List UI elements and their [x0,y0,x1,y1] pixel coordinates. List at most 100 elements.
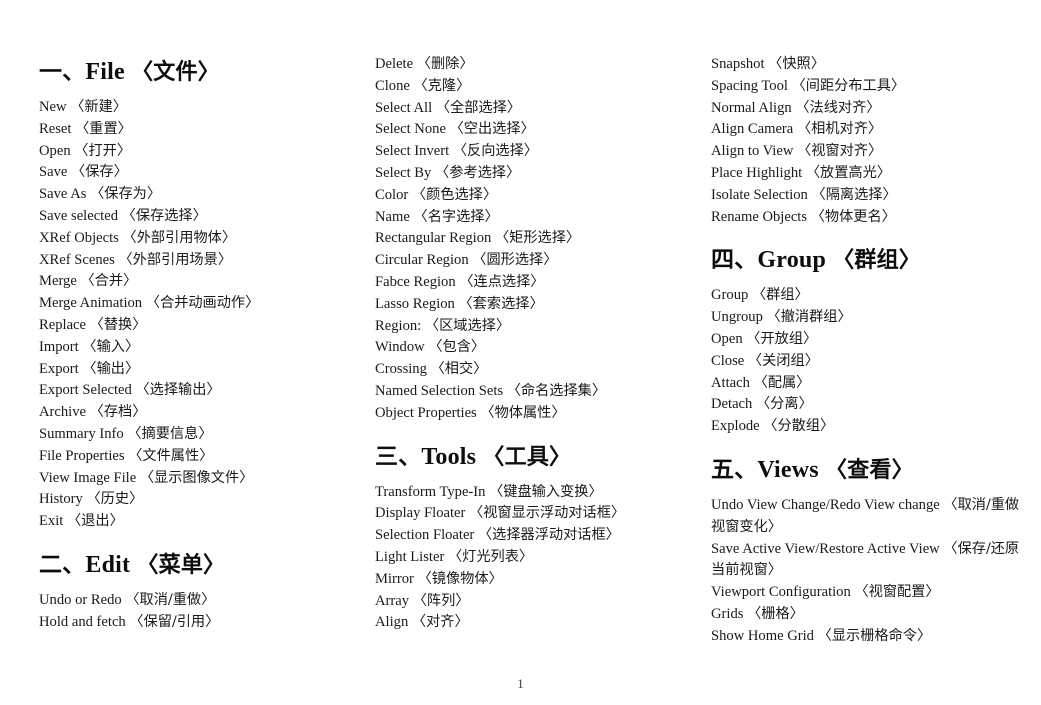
entry-term-zh: 〈镜像物体〉 [417,570,503,587]
glossary-entry: Detach 〈分离〉 [711,394,1029,416]
entry-term-zh: 〈文件属性〉 [128,447,214,464]
section-title-zh: 〈查看〉 [825,456,914,483]
section-group-heading: 四、Group 〈群组〉 [711,245,1029,275]
glossary-entry: XRef Objects 〈外部引用物体〉 [39,228,339,250]
glossary-entry: Open 〈开放组〉 [711,329,1029,351]
section-views-list: Undo View Change/Redo View change 〈取消/重做… [711,495,1029,648]
entry-term-en: Select Invert [375,143,450,160]
entry-term-en: Attach [711,374,750,391]
entry-term-en: Grids [711,605,744,622]
entry-term-en: Close [711,352,745,369]
entry-term-en: Group [711,287,749,304]
entry-term-en: Mirror [375,570,414,587]
entry-term-zh: 〈历史〉 [86,491,144,508]
section-file-list: New 〈新建〉 Reset 〈重置〉 Open 〈打开〉 Save 〈保存〉 Save… [39,97,339,533]
content-column-2: Delete 〈删除〉 Clone 〈克隆〉 Select All 〈全部选择〉 Se… [375,54,695,634]
glossary-entry: Export 〈输出〉 [39,359,339,381]
entry-term-en: Explode [711,418,760,435]
glossary-entry: Attach 〈配属〉 [711,373,1029,395]
entry-term-zh: 〈键盘输入变换〉 [489,483,603,500]
glossary-entry: Rectangular Region 〈矩形选择〉 [375,228,695,250]
entry-term-en: Import [39,338,79,355]
entry-term-en: Transform Type-In [375,483,486,500]
glossary-entry: Grids 〈栅格〉 [711,604,1029,626]
glossary-entry: Selection Floater 〈选择器浮动对话框〉 [375,525,695,547]
glossary-entry: Save selected 〈保存选择〉 [39,206,339,228]
glossary-entry: Align Camera 〈相机对齐〉 [711,119,1029,141]
entry-term-en: Fabce Region [375,273,456,290]
entry-term-zh: 〈视窗显示浮动对话框〉 [469,505,626,522]
glossary-entry: Crossing 〈相交〉 [375,359,695,381]
entry-term-zh: 〈合并动画动作〉 [145,295,260,312]
entry-term-zh: 〈相机对齐〉 [796,121,883,138]
glossary-entry: Exit 〈退出〉 [39,511,339,533]
glossary-entry: New 〈新建〉 [39,97,339,119]
section-views: 五、Views 〈查看〉 Undo View Change/Redo View c… [711,455,1029,648]
entry-term-en: View Image File [39,469,137,486]
glossary-entry: Import 〈输入〉 [39,337,339,359]
glossary-entry: Open 〈打开〉 [39,141,339,163]
glossary-entry: Summary Info 〈摘要信息〉 [39,424,339,446]
entry-term-en: Align [375,614,409,631]
glossary-entry: Hold and fetch 〈保留/引用〉 [39,612,339,634]
entry-term-zh: 〈分散组〉 [763,418,835,435]
entry-term-zh: 〈包含〉 [428,339,486,356]
section-edit-list: Undo or Redo 〈取消/重做〉 Hold and fetch 〈保留/引… [39,590,339,634]
entry-term-zh: 〈摘要信息〉 [127,425,213,442]
entry-term-en: Undo View Change/Redo View change [711,496,940,513]
entry-term-zh: 〈放置高光〉 [805,164,891,181]
document-page: 一、File 〈文件〉 New 〈新建〉 Reset 〈重置〉 Open 〈打开〉 Sa… [0,0,1041,705]
glossary-entry: Save As 〈保存为〉 [39,184,339,206]
glossary-entry: Select All 〈全部选择〉 [375,98,695,120]
glossary-entry: Snapshot 〈快照〉 [711,54,1029,76]
entry-term-zh: 〈栅格〉 [747,605,804,622]
entry-term-zh: 〈对齐〉 [411,614,469,631]
entry-term-zh: 〈阵列〉 [412,592,470,609]
section-title-en: Tools [421,443,477,470]
entry-term-zh: 〈参考选择〉 [435,164,521,181]
glossary-entry: Select Invert 〈反向选择〉 [375,141,695,163]
entry-term-en: XRef Objects [39,229,119,246]
glossary-entry: Undo View Change/Redo View change 〈取消/重做… [711,495,1029,539]
entry-term-en: Lasso Region [375,295,455,312]
glossary-entry: Select By 〈参考选择〉 [375,163,695,185]
section-number: 五、 [711,455,758,483]
glossary-entry: Transform Type-In 〈键盘输入变换〉 [375,482,695,504]
entry-term-en: Save [39,164,68,181]
entry-term-en: File Properties [39,447,125,464]
entry-term-zh: 〈输出〉 [82,360,140,377]
glossary-entry: Isolate Selection 〈隔离选择〉 [711,185,1029,207]
section-group-list: Group 〈群组〉 Ungroup 〈撤消群组〉 Open 〈开放组〉 Close … [711,285,1029,438]
glossary-entry: Mirror 〈镜像物体〉 [375,569,695,591]
entry-term-en: Align Camera [711,121,794,138]
section-tools-continued-list: Snapshot 〈快照〉 Spacing Tool 〈间距分布工具〉 Normal… [711,54,1029,228]
entry-term-en: XRef Scenes [39,251,115,268]
entry-term-zh: 〈外部引用物体〉 [122,229,237,246]
entry-term-en: History [39,491,83,508]
section-title-en: File [85,59,125,85]
entry-term-zh: 〈保存〉 [71,164,128,181]
entry-term-en: Crossing [375,361,427,378]
entry-term-zh: 〈隔离选择〉 [811,186,897,203]
glossary-entry: Reset 〈重置〉 [39,119,339,141]
entry-term-en: Detach [711,396,753,413]
section-title-en: Views [757,456,819,483]
section-edit-continued-list: Delete 〈删除〉 Clone 〈克隆〉 Select All 〈全部选择〉 Se… [375,54,695,425]
entry-term-zh: 〈区域选择〉 [424,317,511,334]
glossary-entry: Export Selected 〈选择输出〉 [39,380,339,402]
entry-term-zh: 〈撤消群组〉 [766,309,852,326]
glossary-entry: Color 〈颜色选择〉 [375,185,695,207]
entry-term-zh: 〈存档〉 [89,404,147,421]
entry-term-en: Summary Info [39,425,124,442]
glossary-entry: Named Selection Sets 〈命名选择集〉 [375,381,695,403]
entry-term-en: Open [711,330,743,347]
entry-term-zh: 〈保留/引用〉 [129,613,220,630]
glossary-entry: Close 〈关闭组〉 [711,351,1029,373]
entry-term-zh: 〈群组〉 [751,287,809,304]
entry-term-en: Window [375,339,425,356]
glossary-entry: History 〈历史〉 [39,489,339,511]
section-tools-heading: 三、Tools 〈工具〉 [375,442,695,472]
glossary-entry: View Image File 〈显示图像文件〉 [39,468,339,490]
glossary-entry: Ungroup 〈撤消群组〉 [711,307,1029,329]
entry-term-zh: 〈退出〉 [66,513,124,530]
